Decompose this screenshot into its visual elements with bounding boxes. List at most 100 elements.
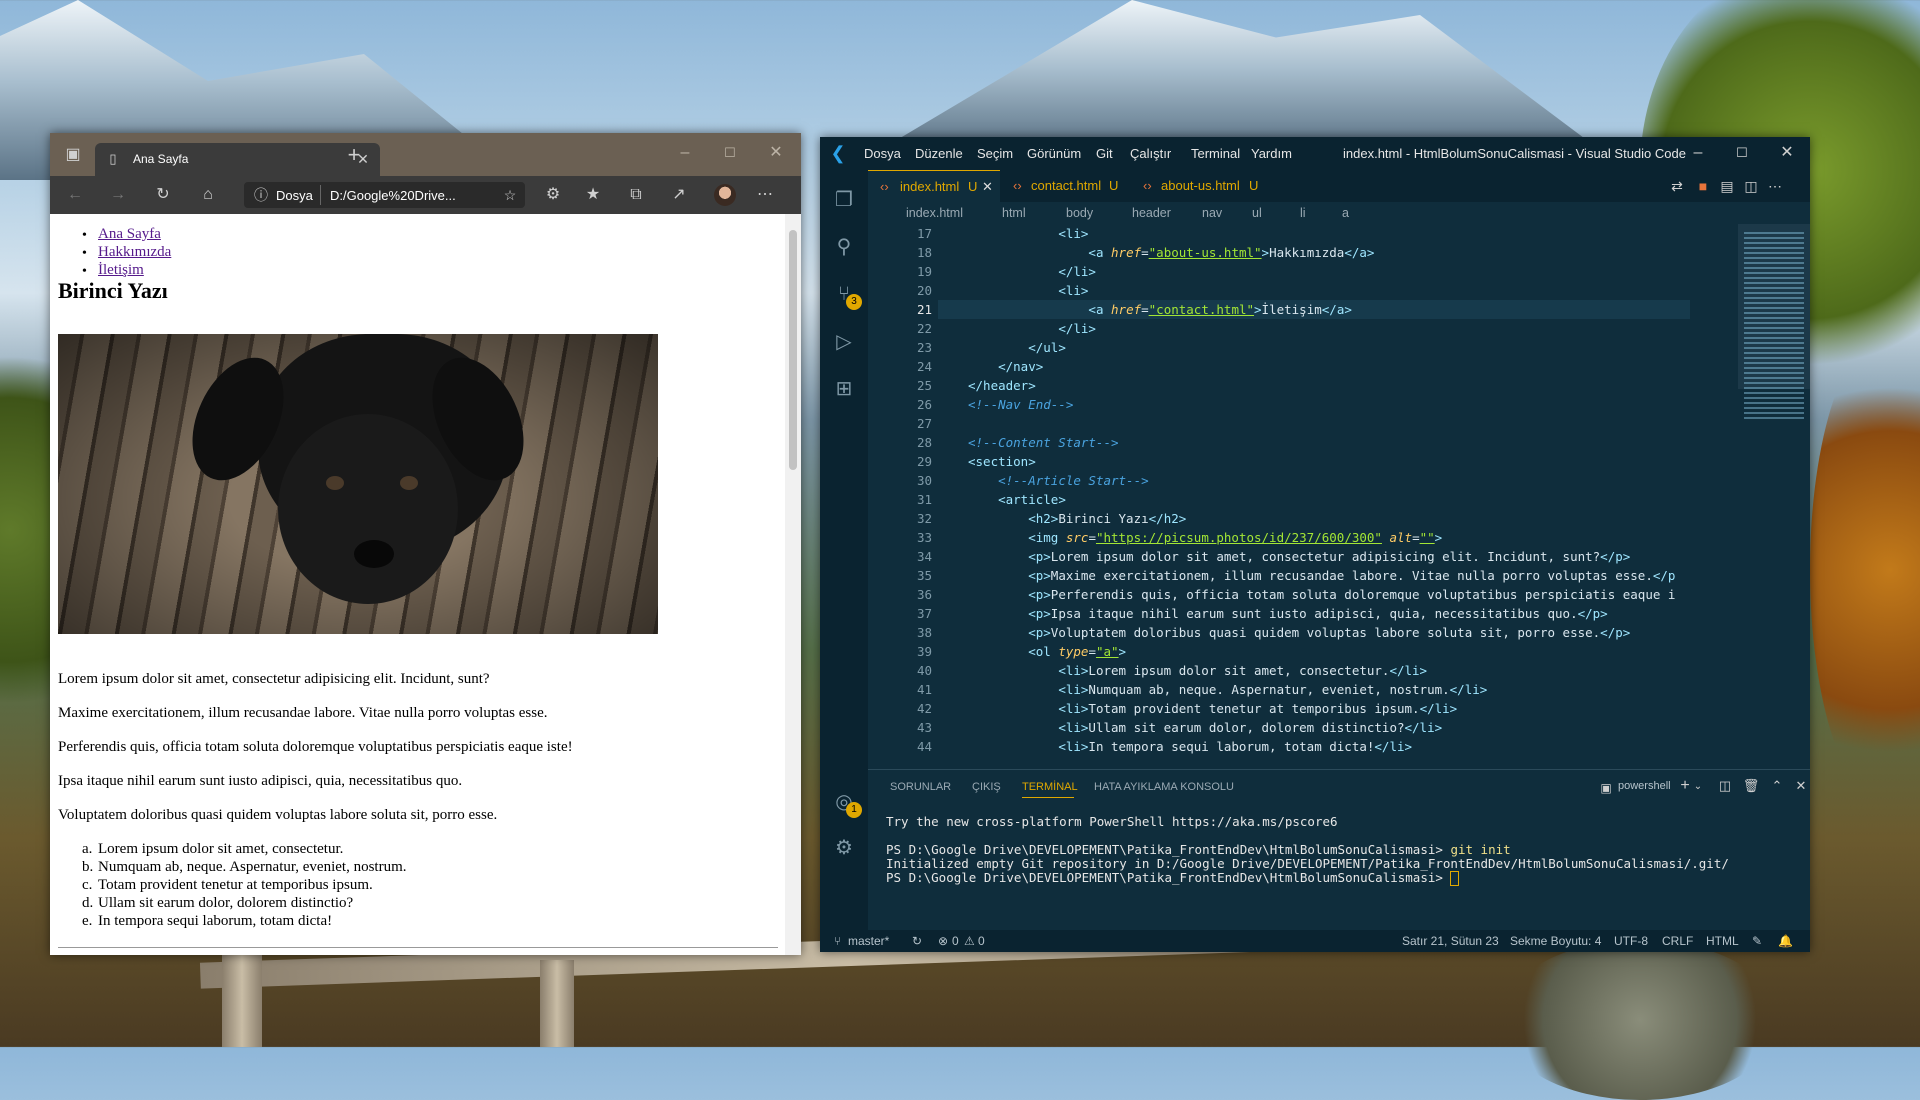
menu-item[interactable]: Seçim (977, 146, 1013, 161)
menu-item[interactable]: Düzenle (915, 146, 963, 161)
tab-contact-html[interactable]: ‹› contact.html U (1003, 170, 1125, 202)
compare-changes-icon[interactable]: ⇄ (1668, 176, 1686, 196)
dog-eye (400, 476, 418, 490)
nav-link-contact[interactable]: İletişim (98, 262, 144, 279)
scm-badge: 3 (846, 294, 862, 310)
dog-nose (354, 540, 394, 568)
tab-badge: U (1109, 178, 1119, 193)
breadcrumb-item[interactable]: header (1132, 202, 1171, 224)
menu-item[interactable]: Terminal (1191, 146, 1240, 161)
close-panel-icon[interactable]: ✕ (1792, 776, 1810, 796)
explorer-icon[interactable]: ❐ (832, 188, 856, 212)
breadcrumb-item[interactable]: index.html (906, 202, 963, 224)
code-line: </nav> (998, 359, 1044, 374)
notifications-icon[interactable]: 🔔 (1778, 934, 1793, 948)
maximize-icon[interactable]: ☐ (1732, 143, 1752, 163)
refresh-icon[interactable]: ↻ (153, 185, 173, 205)
tab-label: about-us.html (1161, 178, 1240, 193)
nav-link-home[interactable]: Ana Sayfa (98, 226, 161, 243)
forward-icon[interactable]: → (108, 185, 128, 205)
favorites-icon[interactable]: ★ (583, 185, 603, 205)
end-of-line[interactable]: CRLF (1662, 934, 1693, 948)
line-number: 22 (916, 321, 932, 336)
terminal-line[interactable]: PS D:\Google Drive\DEVELOPEMENT\Patika_F… (886, 870, 1460, 886)
tab-actions-icon[interactable]: ▣ (62, 145, 84, 165)
code-line: <!--Content Start--> (968, 435, 1119, 450)
chevron-up-icon[interactable]: ⌃ (1768, 776, 1786, 796)
code-editor[interactable]: 17 18 19 20 21 22 23 24 25 26 27 28 29 30 31 32 33 34 35 36… (868, 224, 1738, 769)
tab-problems[interactable]: SORUNLAR (890, 781, 951, 793)
more-actions-icon[interactable]: ⋯ (1766, 176, 1784, 196)
more-icon[interactable]: ⋯ (755, 185, 775, 205)
share-icon[interactable]: ↗ (669, 185, 689, 205)
language-mode[interactable]: HTML (1706, 934, 1739, 948)
browser-tab[interactable]: ▯ Ana Sayfa ✕ (95, 143, 380, 176)
run-debug-icon[interactable]: ▷ (832, 330, 856, 354)
close-window-icon[interactable]: ✕ (1777, 143, 1797, 163)
preview-icon[interactable]: ■ (1694, 176, 1712, 196)
trash-icon[interactable]: 🗑 (1742, 776, 1760, 796)
page-scrollbar[interactable] (785, 214, 801, 955)
tab-output[interactable]: ÇIKIŞ (972, 781, 1001, 793)
menu-item[interactable]: Dosya (864, 146, 901, 161)
menu-item[interactable]: Yardım (1251, 146, 1292, 161)
line-number: 23 (916, 340, 932, 355)
tab-about-us-html[interactable]: ‹› about-us.html U (1133, 170, 1263, 202)
breadcrumb-item[interactable]: nav (1202, 202, 1222, 224)
new-tab-icon[interactable]: + (342, 144, 366, 166)
back-icon[interactable]: ← (65, 185, 85, 205)
menu-item[interactable]: Git (1096, 146, 1113, 161)
breadcrumb-item[interactable]: body (1066, 202, 1093, 224)
extensions-icon[interactable]: ⚙ (543, 185, 563, 205)
address-bar[interactable]: ⓘ Dosya D:/Google%20Drive... ☆ (244, 182, 525, 208)
search-icon[interactable]: ⚲ (832, 235, 856, 259)
tab-terminal[interactable]: TERMİNAL (1022, 781, 1078, 793)
dog-eye (326, 476, 344, 490)
cursor-position[interactable]: Satır 21, Sütun 23 (1402, 934, 1499, 948)
breadcrumb-item[interactable]: li (1300, 202, 1306, 224)
split-editor-icon[interactable]: ◫ (1742, 176, 1760, 196)
menu-item[interactable]: Görünüm (1027, 146, 1081, 161)
close-tab-icon[interactable]: ✕ (982, 171, 993, 203)
html-file-icon: ‹› (1013, 178, 1022, 193)
paragraph: Maxime exercitationem, illum recusandae … (58, 705, 548, 721)
extensions-icon[interactable]: ⊞ (832, 377, 856, 401)
home-icon[interactable]: ⌂ (198, 185, 218, 205)
maximize-icon[interactable]: ☐ (720, 143, 740, 163)
breadcrumb-item[interactable]: html (1002, 202, 1026, 224)
git-branch[interactable]: master* (848, 934, 889, 948)
open-preview-icon[interactable]: ▤ (1718, 176, 1736, 196)
chevron-down-icon[interactable]: ⌄ (1692, 777, 1704, 797)
problem-count[interactable]: 0 (952, 934, 959, 948)
tab-debug-console[interactable]: HATA AYIKLAMA KONSOLU (1094, 781, 1234, 793)
code-line: <li>Ullam sit earum dolor, dolorem disti… (1058, 720, 1443, 735)
close-window-icon[interactable]: ✕ (766, 143, 786, 163)
line-number: 20 (916, 283, 932, 298)
line-number: 25 (916, 378, 932, 393)
line-number: 27 (916, 416, 932, 431)
breadcrumb-item[interactable]: a (1342, 202, 1349, 224)
shell-name[interactable]: powershell (1618, 780, 1671, 792)
minimap[interactable] (1738, 224, 1810, 769)
paragraph: Lorem ipsum dolor sit amet, consectetur … (58, 671, 490, 687)
indentation[interactable]: Sekme Boyutu: 4 (1510, 934, 1601, 948)
avatar[interactable] (714, 184, 736, 206)
line-number: 31 (916, 492, 932, 507)
collections-icon[interactable]: ⧉ (626, 185, 646, 205)
split-terminal-icon[interactable]: ◫ (1716, 776, 1734, 796)
feedback-icon[interactable]: ✎ (1752, 934, 1762, 948)
minimize-icon[interactable]: – (675, 143, 695, 163)
breadcrumb-item[interactable]: ul (1252, 202, 1262, 224)
tab-index-html[interactable]: ‹› index.html U ✕ (868, 170, 1000, 203)
terminal-line: Try the new cross-platform PowerShell ht… (886, 814, 1338, 829)
add-favorite-icon[interactable]: ☆ (500, 185, 520, 205)
scrollbar-thumb[interactable] (789, 230, 797, 470)
menu-item[interactable]: Çalıştır (1130, 146, 1171, 161)
settings-gear-icon[interactable]: ⚙ (832, 836, 856, 860)
warning-count[interactable]: 0 (978, 934, 985, 948)
line-number: 41 (916, 682, 932, 697)
encoding[interactable]: UTF-8 (1614, 934, 1648, 948)
sync-icon[interactable]: ↻ (912, 934, 922, 948)
nav-link-about[interactable]: Hakkımızda (98, 244, 171, 261)
minimize-icon[interactable]: – (1688, 143, 1708, 163)
